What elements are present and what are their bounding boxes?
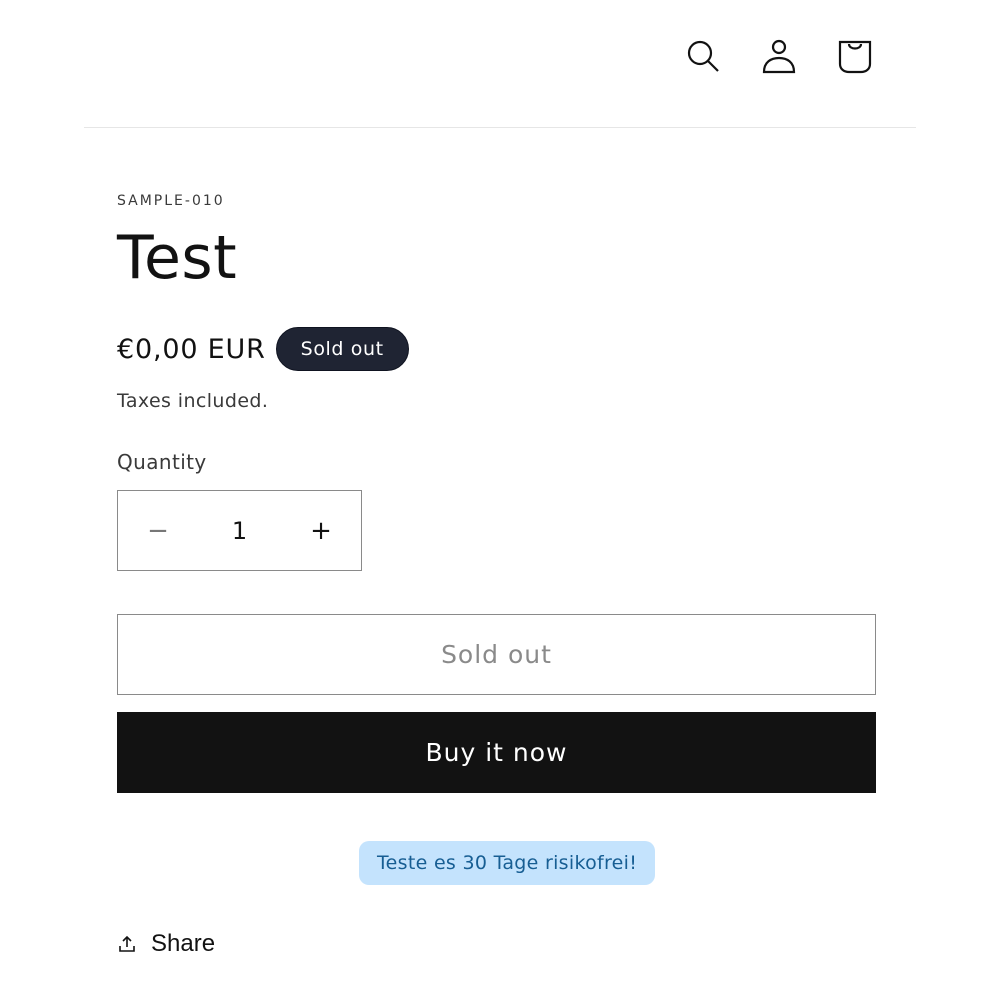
header-divider	[84, 127, 916, 128]
price-row: €0,00 EUR Sold out	[117, 327, 409, 371]
sold-out-badge: Sold out	[275, 327, 409, 371]
sold-out-button[interactable]: Sold out	[117, 614, 876, 695]
product-title: Test	[117, 223, 238, 293]
decrease-quantity-button[interactable]: −	[118, 491, 198, 570]
search-icon[interactable]	[681, 34, 725, 78]
buy-it-now-button[interactable]: Buy it now	[117, 712, 876, 793]
share-label: Share	[151, 930, 216, 957]
taxes-note: Taxes included.	[117, 390, 269, 412]
product-price: €0,00 EUR	[117, 333, 266, 365]
quantity-input[interactable]: 1	[198, 517, 281, 545]
quantity-label: Quantity	[117, 450, 207, 474]
increase-quantity-button[interactable]: +	[281, 491, 361, 570]
account-icon[interactable]	[757, 34, 801, 78]
site-header	[0, 0, 1000, 128]
share-button[interactable]: Share	[117, 930, 215, 958]
quantity-stepper: − 1 +	[117, 490, 362, 571]
share-icon	[117, 934, 151, 954]
product-sku: SAMPLE-010	[117, 193, 225, 209]
promo-badge: Teste es 30 Tage risikofrei!	[359, 841, 656, 885]
cart-icon[interactable]	[833, 34, 877, 78]
